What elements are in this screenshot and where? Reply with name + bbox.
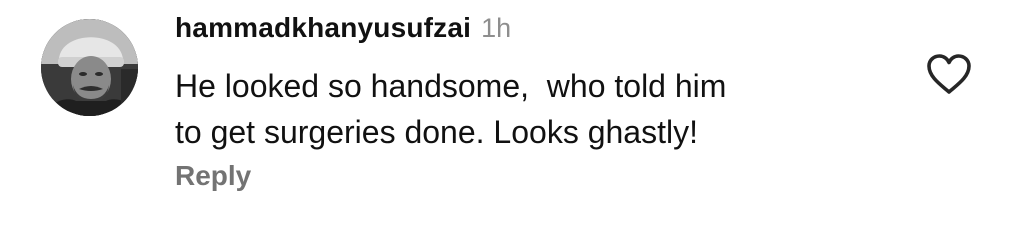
username-link[interactable]: hammadkhanyusufzai — [175, 12, 471, 44]
heart-outline-icon — [927, 54, 971, 94]
profile-photo — [41, 19, 138, 116]
comment-text: He looked so handsome, who told him to g… — [175, 68, 727, 150]
avatar[interactable] — [41, 19, 138, 116]
reply-button[interactable]: Reply — [175, 160, 251, 192]
like-button[interactable] — [925, 52, 973, 96]
comment-meta: hammadkhanyusufzai 1h — [175, 12, 511, 50]
comment-item: hammadkhanyusufzai 1h He looked so hands… — [0, 0, 1024, 242]
timestamp[interactable]: 1h — [481, 13, 511, 44]
